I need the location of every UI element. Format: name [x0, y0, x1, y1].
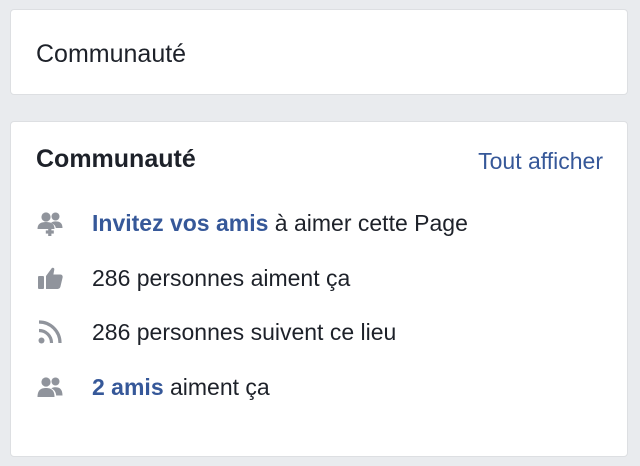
friends-like-suffix: aiment ça: [163, 373, 270, 400]
likes-row: 286 personnes aiment ça: [36, 264, 603, 319]
community-tab-card: Communauté: [10, 9, 628, 95]
community-section: Communauté Tout afficher Invitez vos ami…: [10, 121, 628, 457]
rss-follow-icon: [36, 318, 64, 346]
thumbs-up-icon: [36, 264, 64, 292]
followers-row: 286 personnes suivent ce lieu: [36, 318, 603, 373]
community-title: Communauté: [36, 145, 196, 173]
invite-friends-row: Invitez vos amis à aimer cette Page: [36, 209, 603, 264]
community-stats-list: Invitez vos amis à aimer cette Page 286 …: [36, 209, 603, 427]
invite-friends-link[interactable]: Invitez vos amis: [92, 210, 268, 236]
invite-friends-suffix: à aimer cette Page: [268, 210, 468, 236]
followers-count-text: 286 personnes suivent ce lieu: [92, 319, 397, 345]
friends-icon: [36, 373, 64, 401]
see-all-link[interactable]: Tout afficher: [478, 146, 603, 176]
likes-count-text: 286 personnes aiment ça: [92, 264, 351, 291]
community-tab[interactable]: Communauté: [36, 39, 186, 69]
friends-like-row: 2 amis aiment ça: [36, 373, 603, 428]
invite-friends-icon: [36, 209, 64, 237]
invite-friends-text: Invitez vos amis à aimer cette Page: [92, 209, 468, 237]
community-header: Communauté Tout afficher: [36, 144, 603, 176]
friends-link[interactable]: 2 amis: [92, 374, 164, 400]
friends-like-text: 2 amis aiment ça: [92, 373, 270, 401]
